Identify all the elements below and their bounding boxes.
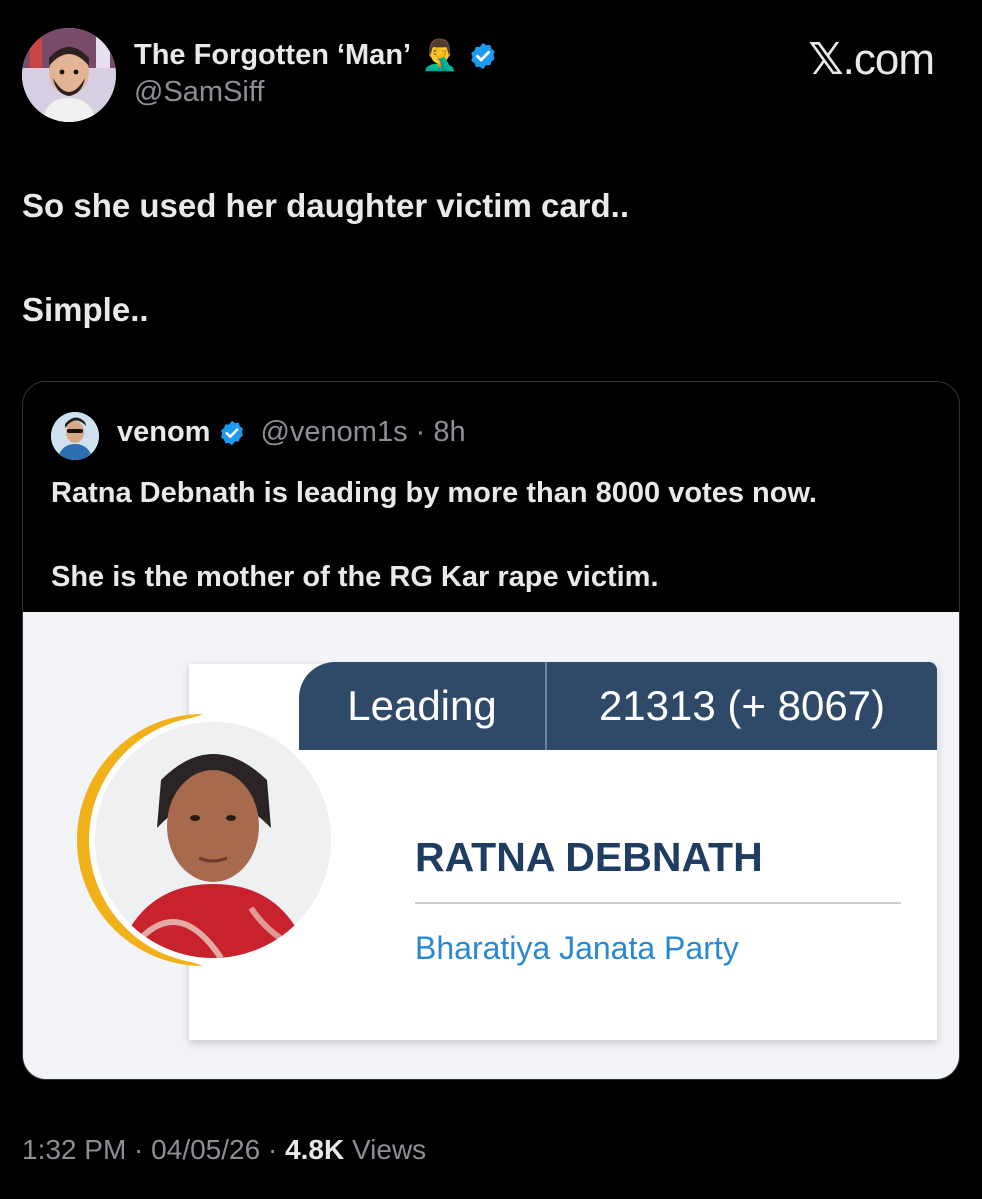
quote-author-avatar[interactable] bbox=[51, 412, 99, 460]
x-logo: 𝕏.com bbox=[808, 34, 935, 85]
author-display-name[interactable]: The Forgotten ‘Man’ 🤦‍♂️ bbox=[134, 38, 498, 73]
meta-separator: · bbox=[126, 1134, 152, 1165]
author-avatar[interactable] bbox=[22, 28, 116, 122]
result-header: Leading 21313 (+ 8067) bbox=[299, 662, 937, 750]
x-brand-icon: 𝕏 bbox=[808, 35, 843, 84]
views-label: Views bbox=[344, 1134, 427, 1165]
avatar-illustration bbox=[22, 28, 116, 122]
quoted-tweet[interactable]: venom @venom1s · 8h Ratna Debnath is lea… bbox=[22, 381, 960, 1080]
author-name-text: The Forgotten ‘Man’ bbox=[134, 39, 412, 71]
quote-author-name[interactable]: venom bbox=[117, 416, 210, 449]
candidate-name: RATNA DEBNATH bbox=[415, 834, 763, 880]
quote-line: Ratna Debnath is leading by more than 80… bbox=[51, 477, 817, 509]
quote-line: She is the mother of the RG Kar rape vic… bbox=[51, 561, 659, 593]
tweet-text: So she used her daughter victim card.. S… bbox=[22, 180, 952, 388]
tweet-meta: 1:32 PM · 04/05/26 · 4.8K Views bbox=[22, 1134, 426, 1166]
facepalm-emoji-icon: 🤦‍♂️ bbox=[421, 39, 459, 72]
quote-verified-badge-icon[interactable] bbox=[218, 419, 246, 447]
vote-count-label: 21313 (+ 8067) bbox=[598, 682, 886, 729]
quote-author-handle[interactable]: @venom1s bbox=[260, 416, 407, 449]
candidate-photo bbox=[77, 714, 335, 966]
quote-media-image[interactable]: Leading 21313 (+ 8067) RATNA DEBNATH Bha… bbox=[23, 612, 959, 1079]
meta-separator: · bbox=[260, 1134, 286, 1165]
quote-avatar-illustration bbox=[51, 412, 99, 460]
author-handle[interactable]: @SamSiff bbox=[134, 76, 264, 109]
quote-timestamp[interactable]: · 8h bbox=[416, 416, 466, 449]
name-divider bbox=[415, 902, 901, 904]
verified-badge-icon[interactable] bbox=[468, 41, 498, 71]
post-time[interactable]: 1:32 PM bbox=[22, 1134, 126, 1165]
post-date[interactable]: 04/05/26 bbox=[151, 1134, 260, 1165]
tweet-line: So she used her daughter victim card.. bbox=[22, 187, 630, 224]
views-count: 4.8K bbox=[285, 1134, 345, 1165]
lead-status-label: Leading bbox=[299, 662, 547, 750]
party-name: Bharatiya Janata Party bbox=[415, 930, 739, 966]
x-brand-label: .com bbox=[842, 35, 935, 84]
tweet-line: Simple.. bbox=[22, 291, 149, 328]
quote-header: venom @venom1s · 8h bbox=[117, 416, 466, 449]
